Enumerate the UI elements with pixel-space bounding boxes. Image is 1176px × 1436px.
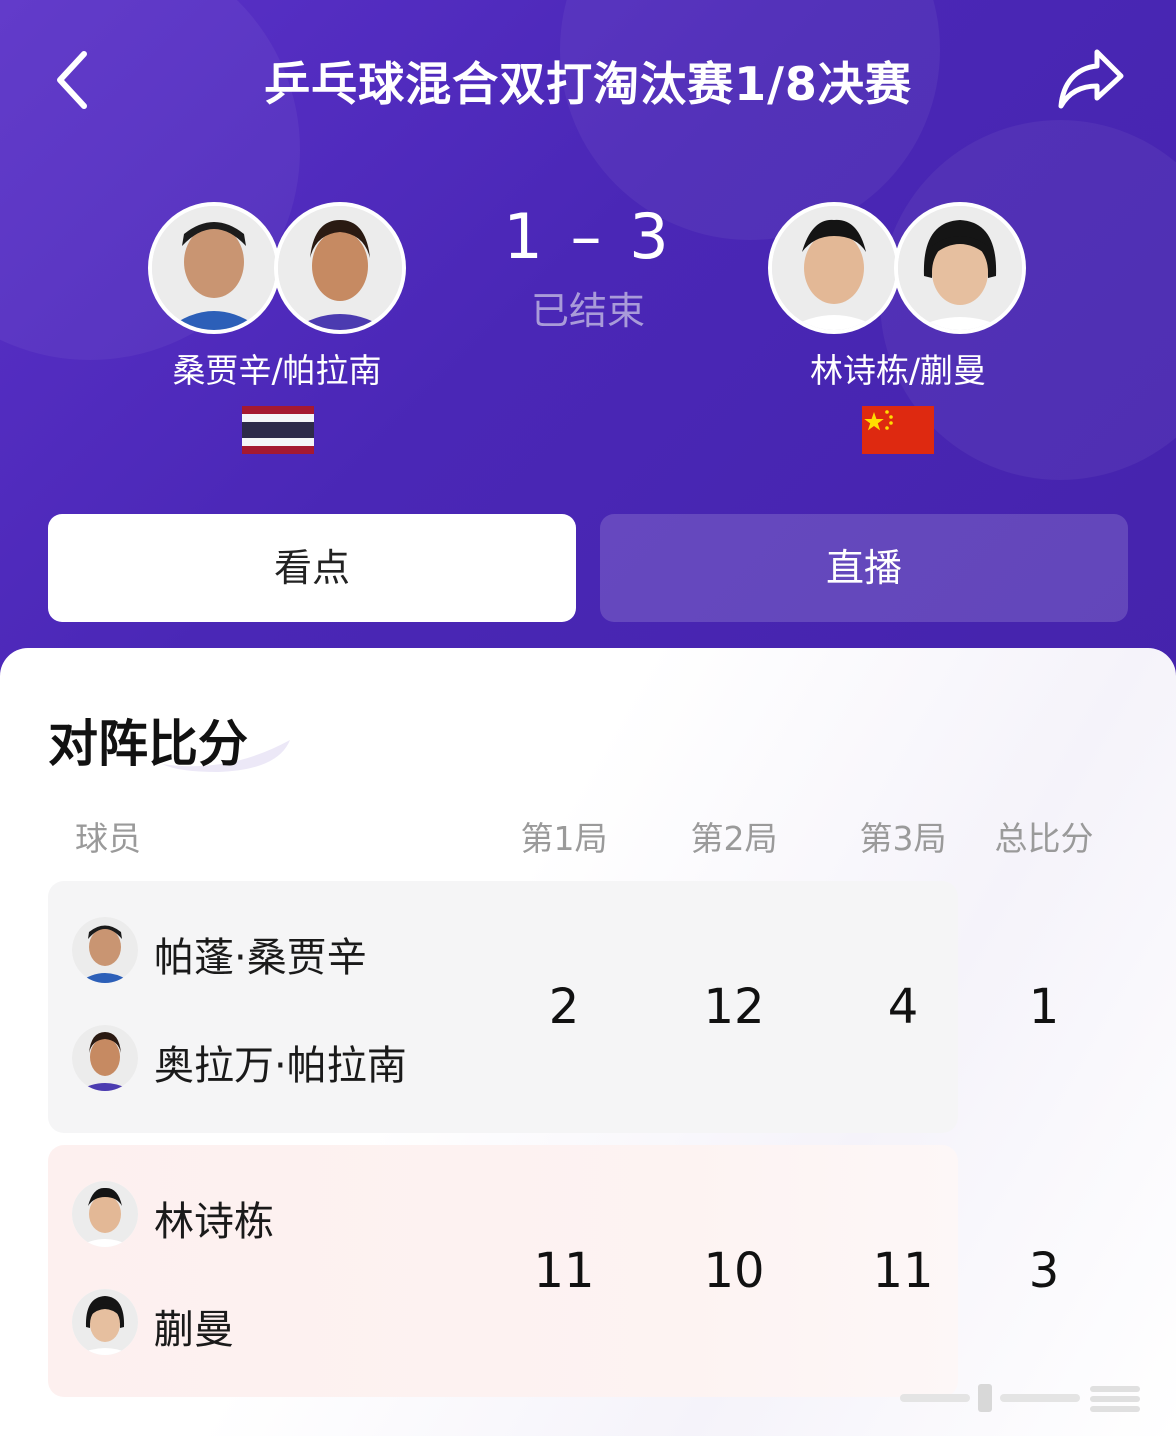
share-arrow-icon bbox=[1058, 49, 1124, 109]
match-status: 已结束 bbox=[530, 289, 645, 333]
player-name: 帕蓬·桑贾辛 bbox=[154, 935, 367, 981]
game-3-score: 4 bbox=[887, 979, 919, 1035]
player-avatar-lin-shidong bbox=[768, 202, 900, 334]
header-player: 球员 bbox=[75, 819, 141, 858]
total-score: 1 bbox=[1028, 979, 1060, 1035]
player-avatar bbox=[72, 1181, 138, 1247]
header-game-1: 第1局 bbox=[520, 819, 608, 858]
team-right-name: 林诗栋/蒯曼 bbox=[809, 351, 987, 390]
player-photo-icon bbox=[72, 1289, 138, 1355]
table-row: 帕蓬·桑贾辛 奥拉万·帕拉南 2 12 4 bbox=[48, 881, 958, 1133]
scoreboard-panel: 对阵比分 球员 第1局 第2局 第3局 总比分 帕蓬·桑贾辛 奥拉万·帕拉南 2… bbox=[0, 648, 1176, 1436]
game-2-score: 10 bbox=[703, 1243, 765, 1299]
player-photo-icon bbox=[898, 206, 1022, 330]
tab-live[interactable]: 直播 bbox=[600, 514, 1128, 622]
page-title: 乒乓球混合双打淘汰赛1/8决赛 bbox=[264, 57, 912, 111]
player-avatar-paranang bbox=[274, 202, 406, 334]
share-button[interactable] bbox=[1055, 42, 1127, 112]
scoreboard-title: 对阵比分 bbox=[48, 715, 248, 773]
header-total: 总比分 bbox=[994, 819, 1094, 858]
player-photo-icon bbox=[72, 1025, 138, 1091]
table-row: 林诗栋 蒯曼 11 10 11 bbox=[48, 1145, 958, 1397]
player-avatar bbox=[72, 917, 138, 983]
game-3-score: 11 bbox=[872, 1243, 934, 1299]
team-left-name: 桑贾辛/帕拉南 bbox=[172, 351, 382, 390]
player-photo-icon bbox=[152, 206, 276, 330]
player-photo-icon bbox=[772, 206, 896, 330]
game-1-score: 2 bbox=[548, 979, 580, 1035]
player-name: 蒯曼 bbox=[154, 1307, 234, 1353]
player-avatar-sangjaesin bbox=[148, 202, 280, 334]
game-1-score: 11 bbox=[533, 1243, 595, 1299]
player-avatar bbox=[72, 1289, 138, 1355]
watermark-logo bbox=[900, 1384, 1140, 1412]
tab-highlights[interactable]: 看点 bbox=[48, 514, 576, 622]
match-score: 1 – 3 bbox=[503, 200, 673, 273]
game-2-score: 12 bbox=[703, 979, 765, 1035]
player-photo-icon bbox=[72, 1181, 138, 1247]
total-score: 3 bbox=[1028, 1243, 1060, 1299]
top-bar: 乒乓球混合双打淘汰赛1/8决赛 bbox=[0, 30, 1176, 120]
header-game-3: 第3局 bbox=[859, 819, 947, 858]
match-header: 乒乓球混合双打淘汰赛1/8决赛 桑贾辛/帕拉南 1 – 3 已结束 林诗栋/蒯曼… bbox=[0, 0, 1176, 700]
header-game-2: 第2局 bbox=[690, 819, 778, 858]
player-avatar-kuai-man bbox=[894, 202, 1026, 334]
player-photo-icon bbox=[72, 917, 138, 983]
thailand-flag-icon bbox=[242, 406, 314, 454]
player-photo-icon bbox=[278, 206, 402, 330]
player-name: 林诗栋 bbox=[154, 1199, 274, 1245]
player-avatar bbox=[72, 1025, 138, 1091]
china-flag-icon bbox=[862, 406, 934, 454]
player-name: 奥拉万·帕拉南 bbox=[154, 1043, 407, 1089]
